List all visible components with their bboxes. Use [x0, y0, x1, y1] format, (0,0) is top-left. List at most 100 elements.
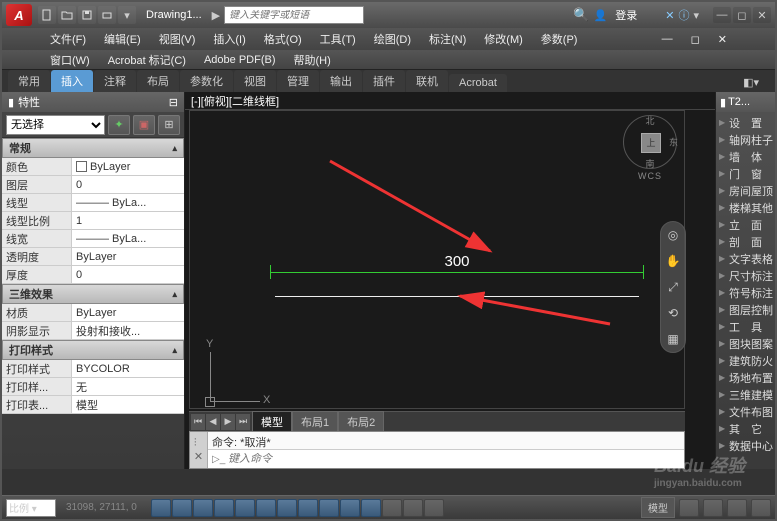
- prop-group-header[interactable]: 常规▴: [2, 138, 184, 158]
- tab-insert[interactable]: 插入: [51, 70, 93, 92]
- menu-draw[interactable]: 绘图(D): [366, 29, 419, 49]
- polar-toggle[interactable]: [214, 499, 234, 517]
- app-logo[interactable]: A: [6, 4, 32, 26]
- tab-layout[interactable]: 布局: [137, 70, 179, 92]
- palette-item[interactable]: ▶立 面: [716, 216, 775, 233]
- palette-item[interactable]: ▶门 窗: [716, 165, 775, 182]
- viewcube-face[interactable]: 上: [641, 133, 661, 153]
- tpy-toggle[interactable]: [361, 499, 381, 517]
- nav-pan-icon[interactable]: ✋: [664, 252, 682, 270]
- pickadd-icon[interactable]: ⊞: [158, 115, 180, 135]
- palette-item[interactable]: ▶场地布置: [716, 369, 775, 386]
- palette-item[interactable]: ▶图层控制: [716, 301, 775, 318]
- layout-tab-2[interactable]: 布局2: [338, 411, 384, 433]
- prop-group-header[interactable]: 打印样式▴: [2, 340, 184, 360]
- nav-wheel-icon[interactable]: ◎: [664, 226, 682, 244]
- status-extra-2[interactable]: [703, 499, 723, 517]
- tab-acrobat[interactable]: Acrobat: [449, 74, 507, 92]
- prop-row[interactable]: 线型比例1: [2, 212, 184, 230]
- menu-format[interactable]: 格式(O): [256, 29, 310, 49]
- help-icon[interactable]: ⓘ: [678, 7, 689, 23]
- ribbon-expand-icon[interactable]: ◧▾: [733, 73, 769, 92]
- prop-row[interactable]: 打印样式BYCOLOR: [2, 360, 184, 378]
- ducs-toggle[interactable]: [298, 499, 318, 517]
- otrack-toggle[interactable]: [277, 499, 297, 517]
- exchange-icon[interactable]: ✕: [665, 9, 674, 22]
- menu-insert[interactable]: 插入(I): [205, 29, 253, 49]
- layout-tab-1[interactable]: 布局1: [292, 411, 338, 433]
- palette-item[interactable]: ▶文字表格: [716, 250, 775, 267]
- tab-addins[interactable]: 插件: [363, 70, 405, 92]
- palette-item[interactable]: ▶文件布图: [716, 403, 775, 420]
- palette-item[interactable]: ▶图块图案: [716, 335, 775, 352]
- status-extra-4[interactable]: [751, 499, 771, 517]
- tab-nav-next-icon[interactable]: ▶: [221, 414, 235, 430]
- tab-output[interactable]: 输出: [320, 70, 362, 92]
- prop-row[interactable]: 线宽——— ByLa...: [2, 230, 184, 248]
- model-space-button[interactable]: 模型: [641, 497, 675, 518]
- lwt-toggle[interactable]: [340, 499, 360, 517]
- tab-viewtab[interactable]: 视图: [234, 70, 276, 92]
- dropdown-icon[interactable]: ▾: [118, 6, 136, 24]
- tab-home[interactable]: 常用: [8, 70, 50, 92]
- menu-adobe-pdf[interactable]: Adobe PDF(B): [196, 52, 284, 68]
- open-icon[interactable]: [58, 6, 76, 24]
- sc-toggle[interactable]: [403, 499, 423, 517]
- user-icon[interactable]: 👤: [594, 9, 608, 22]
- viewcube[interactable]: 北 东 南 上 WCS: [620, 115, 680, 185]
- doc-close[interactable]: ✕: [710, 31, 735, 48]
- prop-row[interactable]: 厚度0: [2, 266, 184, 284]
- prop-row[interactable]: 材质ByLayer: [2, 304, 184, 322]
- minimize-button[interactable]: —: [713, 7, 731, 23]
- palette-item[interactable]: ▶墙 体: [716, 148, 775, 165]
- prop-row[interactable]: 打印表...模型: [2, 396, 184, 414]
- palette-item[interactable]: ▶设 置: [716, 114, 775, 131]
- 3dosnap-toggle[interactable]: [256, 499, 276, 517]
- binoculars-icon[interactable]: 🔍: [573, 7, 589, 23]
- prop-row[interactable]: 阴影显示投射和接收...: [2, 322, 184, 340]
- osnap-toggle[interactable]: [235, 499, 255, 517]
- play-icon[interactable]: ▶: [212, 9, 220, 22]
- palette-item[interactable]: ▶建筑防火: [716, 352, 775, 369]
- palette-item[interactable]: ▶剖 面: [716, 233, 775, 250]
- save-icon[interactable]: [78, 6, 96, 24]
- palette-item[interactable]: ▶楼梯其他: [716, 199, 775, 216]
- prop-row[interactable]: 透明度ByLayer: [2, 248, 184, 266]
- palette-item[interactable]: ▶三维建模: [716, 386, 775, 403]
- tab-annotate[interactable]: 注释: [94, 70, 136, 92]
- status-extra-1[interactable]: [679, 499, 699, 517]
- scale-combo[interactable]: 比例 ▾: [6, 499, 56, 517]
- cmd-handle-icon[interactable]: ⫶✕: [190, 432, 208, 468]
- palette-item[interactable]: ▶尺寸标注: [716, 267, 775, 284]
- menu-window[interactable]: 窗口(W): [42, 50, 98, 70]
- menu-modify[interactable]: 修改(M): [476, 29, 531, 49]
- menu-file[interactable]: 文件(F): [42, 29, 94, 49]
- tab-parametric[interactable]: 参数化: [180, 70, 233, 92]
- prop-row[interactable]: 线型——— ByLa...: [2, 194, 184, 212]
- grid-toggle[interactable]: [172, 499, 192, 517]
- ortho-toggle[interactable]: [193, 499, 213, 517]
- menu-help[interactable]: 帮助(H): [286, 50, 339, 70]
- selection-combo[interactable]: 无选择: [6, 115, 105, 135]
- tab-online[interactable]: 联机: [406, 70, 448, 92]
- viewport[interactable]: 北 东 南 上 WCS ◎ ✋ ⤢ ⟲ ▦ 300: [189, 110, 685, 409]
- menu-acrobat-mark[interactable]: Acrobat 标记(C): [100, 50, 194, 70]
- login-button[interactable]: 登录: [611, 7, 641, 23]
- prop-row[interactable]: 颜色ByLayer: [2, 158, 184, 176]
- palette-item[interactable]: ▶其 它: [716, 420, 775, 437]
- quick-select-icon[interactable]: ✦: [108, 115, 130, 135]
- command-input[interactable]: [228, 453, 680, 465]
- menu-param[interactable]: 参数(P): [533, 29, 586, 49]
- nav-showmotion-icon[interactable]: ▦: [664, 330, 682, 348]
- palette-item[interactable]: ▶符号标注: [716, 284, 775, 301]
- palette-item[interactable]: ▶数据中心: [716, 437, 775, 454]
- menu-view[interactable]: 视图(V): [151, 29, 204, 49]
- palette-item[interactable]: ▶工 具: [716, 318, 775, 335]
- close-button[interactable]: ✕: [753, 7, 771, 23]
- menu-tools[interactable]: 工具(T): [312, 29, 364, 49]
- dyn-toggle[interactable]: [319, 499, 339, 517]
- tab-nav-last-icon[interactable]: ⏭: [236, 414, 250, 430]
- status-extra-3[interactable]: [727, 499, 747, 517]
- palette-item[interactable]: ▶房间屋顶: [716, 182, 775, 199]
- doc-restore[interactable]: ◻: [683, 31, 708, 48]
